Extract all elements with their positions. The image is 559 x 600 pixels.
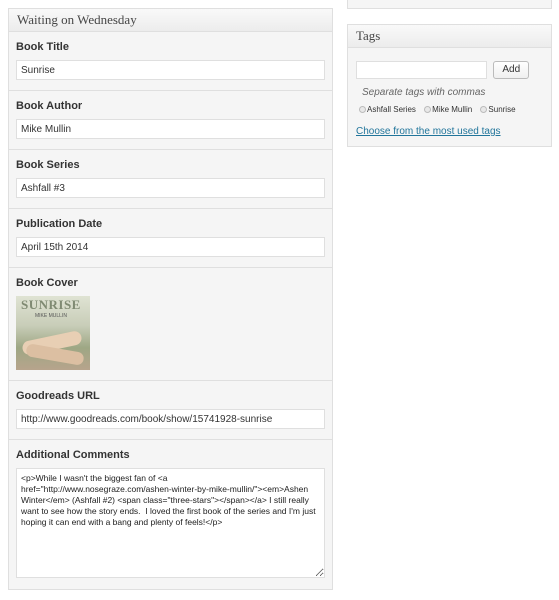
book-author-field: Book Author [9,91,332,150]
new-tag-input[interactable] [356,61,487,79]
goodreads-url-input[interactable] [16,409,325,429]
tag-add-row: Add [356,61,530,79]
tags-title[interactable]: Tags [348,25,551,48]
tag-label: Mike Mullin [432,105,473,114]
book-author-input[interactable] [16,119,325,139]
additional-comments-field: Additional Comments <p>While I wasn't th… [9,440,332,581]
cover-title-text: SUNRISE [21,297,81,312]
tag-item: Mike Mullin [424,105,472,114]
remove-tag-icon[interactable] [480,106,488,113]
additional-comments-label: Additional Comments [16,449,130,461]
remove-tag-icon[interactable] [359,106,366,113]
previous-sidebar-box [347,0,552,9]
most-used-tags-link[interactable]: Choose from the most used tags [356,126,501,137]
book-series-label: Book Series [16,159,80,171]
book-cover-label: Book Cover [16,277,78,289]
waiting-on-wednesday-metabox: Waiting on Wednesday Book Title Book Aut… [8,8,333,590]
tags-metabox: Tags Add Separate tags with commas Ashfa… [347,24,552,147]
book-series-field: Book Series [9,150,332,209]
tag-label: Sunrise [488,105,516,114]
book-cover-image[interactable]: SUNRISE MIKE MULLIN [16,296,90,370]
book-title-field: Book Title [9,32,332,91]
tag-hint-text: Separate tags with commas [362,87,486,98]
book-title-label: Book Title [16,41,69,53]
add-tag-button[interactable]: Add [493,61,530,79]
goodreads-url-field: Goodreads URL [9,381,332,440]
book-series-input[interactable] [16,178,325,198]
book-title-input[interactable] [16,60,325,80]
book-author-label: Book Author [16,100,83,112]
metabox-title[interactable]: Waiting on Wednesday [9,9,332,32]
book-cover-field: Book Cover SUNRISE MIKE MULLIN [9,268,332,381]
tag-item: Ashfall Series [359,105,416,114]
goodreads-url-label: Goodreads URL [16,390,100,402]
tag-list: Ashfall Series Mike Mullin Sunrise [359,105,522,114]
remove-tag-icon[interactable] [424,106,432,113]
additional-comments-textarea[interactable]: <p>While I wasn't the biggest fan of <a … [16,468,325,578]
publication-date-label: Publication Date [16,218,103,230]
publication-date-field: Publication Date [9,209,332,268]
cover-author-text: MIKE MULLIN [35,313,67,319]
tag-item: Sunrise [480,105,516,114]
publication-date-input[interactable] [16,237,325,257]
tag-label: Ashfall Series [367,105,416,114]
